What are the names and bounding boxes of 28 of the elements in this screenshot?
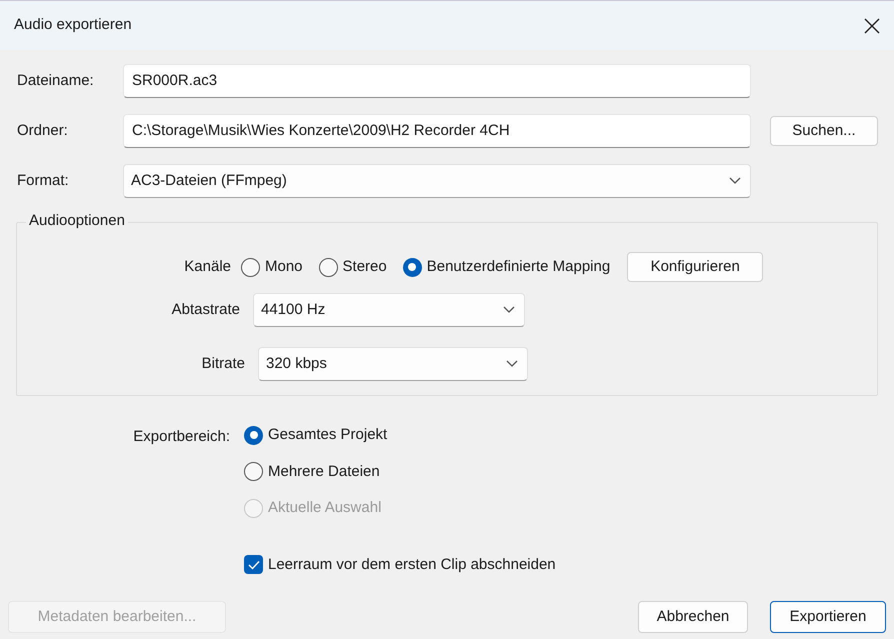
configure-button[interactable]: Konfigurieren [627, 252, 764, 282]
trim-checkbox[interactable]: Leerraum vor dem ersten Clip abschneiden [244, 554, 556, 576]
browse-button[interactable]: Suchen... [770, 116, 878, 146]
format-dropdown[interactable]: AC3-Dateien (FFmpeg) [123, 164, 751, 198]
field-label: Dateiname: [17, 70, 95, 91]
field-label: Exportbereich: [132, 427, 230, 447]
field-label: Format: [17, 170, 70, 191]
input-field[interactable]: SR000R.ac3 [123, 64, 751, 98]
radio-option[interactable]: Stereo [318, 256, 387, 278]
field-label: Kanäle [183, 256, 232, 277]
radio-option[interactable]: Benutzerdefinierte Mapping [402, 256, 610, 278]
chevron-down-icon [503, 306, 515, 314]
chevron-down-icon [729, 177, 741, 185]
sample-rate-dropdown[interactable]: 44100 Hz [253, 293, 525, 327]
window-title: Audio exportieren [14, 15, 132, 36]
dialog-button[interactable]: Exportieren [770, 601, 886, 633]
field-label: Abtastrate [170, 300, 241, 320]
radio-option[interactable]: Mono [241, 256, 303, 278]
chevron-down-icon [506, 360, 518, 368]
input-field[interactable]: C:\Storage\Musik\Wies Konzerte\2009\H2 Recorder 4CH [123, 114, 751, 148]
field-label: Bitrate [200, 354, 245, 374]
radio-option[interactable]: Mehrere Dateien [244, 460, 556, 483]
bitrate-dropdown[interactable]: 320 kbps [258, 347, 528, 381]
radio-option[interactable]: Gesamtes Projekt [244, 424, 556, 446]
close-icon[interactable] [864, 18, 880, 34]
dialog-button[interactable]: Abbrechen [638, 601, 748, 633]
checkmark-icon [248, 560, 260, 570]
field-label: Ordner: [17, 120, 69, 141]
